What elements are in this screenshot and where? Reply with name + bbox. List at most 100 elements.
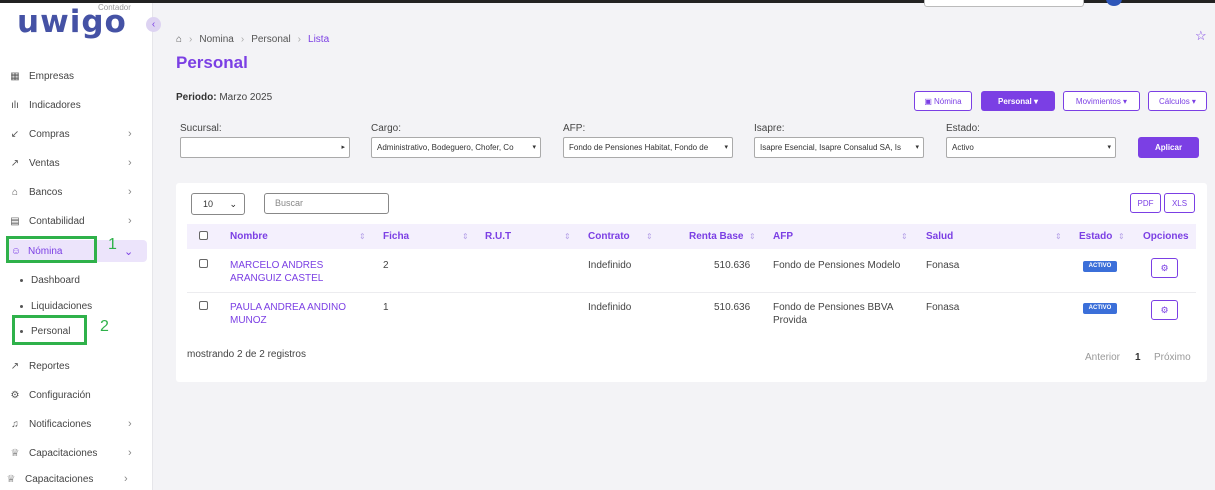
status-badge: ACTIVO: [1083, 303, 1117, 314]
chevron-right-icon: ›: [128, 215, 132, 227]
employee-name-link[interactable]: MARCELO ANDRES ARANGUIZ CASTEL: [230, 259, 350, 285]
search-input[interactable]: Buscar: [264, 193, 389, 214]
col-estado[interactable]: Estado: [1079, 231, 1112, 242]
user-avatar[interactable]: [1106, 0, 1122, 6]
col-afp[interactable]: AFP: [773, 231, 793, 242]
estado-value: Activo: [952, 143, 974, 152]
table-info: mostrando 2 de 2 registros: [187, 349, 306, 360]
sidebar-item-capacitaciones[interactable]: ♕ Capacitaciones ›: [0, 442, 153, 464]
personal-dropdown-button[interactable]: Personal ▾: [981, 91, 1055, 111]
sidebar-item-empresas[interactable]: ▦ Empresas: [0, 65, 153, 87]
row-divider: [187, 292, 1196, 293]
sort-icon[interactable]: ⇕: [749, 232, 756, 241]
graduation-cap-icon: ♕: [10, 447, 20, 459]
col-opciones: Opciones: [1143, 231, 1189, 242]
sidebar-item-label: Reportes: [29, 360, 70, 372]
highlight-box-nomina: [6, 236, 97, 263]
sort-icon[interactable]: ⇕: [359, 232, 366, 241]
row-checkbox[interactable]: [199, 259, 208, 268]
page-title: Personal: [176, 53, 248, 72]
cell-afp: Fondo de Pensiones BBVA Provida: [773, 302, 893, 326]
pagination-current[interactable]: 1: [1135, 352, 1141, 363]
chevron-right-icon: ›: [128, 186, 132, 198]
sidebar-item-capacitaciones-2[interactable]: ♕ Capacitaciones ›: [0, 468, 149, 490]
cargo-select[interactable]: Administrativo, Bodeguero, Chofer, Co ▾: [371, 137, 541, 158]
col-renta-base[interactable]: Renta Base: [689, 231, 743, 242]
breadcrumb-personal[interactable]: Personal: [251, 34, 290, 45]
row-options-button[interactable]: ⚙: [1151, 258, 1178, 278]
gears-icon: ⚙: [1160, 305, 1169, 315]
sidebar-subitem-label: Liquidaciones: [31, 301, 93, 312]
calculos-dropdown-button[interactable]: Cálculos ▾: [1148, 91, 1207, 111]
sidebar-item-reportes[interactable]: ↗ Reportes: [0, 355, 153, 377]
row-options-button[interactable]: ⚙: [1151, 300, 1178, 320]
gears-icon: ⚙: [1160, 263, 1169, 273]
col-rut[interactable]: R.U.T: [485, 231, 511, 242]
bar-chart-icon: ılı: [11, 99, 19, 111]
document-icon: ▣: [924, 96, 932, 106]
cell-salud: Fonasa: [926, 260, 960, 271]
breadcrumb: ⌂ › Nomina › Personal › Lista: [176, 34, 329, 45]
estado-select[interactable]: Activo ▾: [946, 137, 1116, 158]
top-search-field[interactable]: [924, 0, 1084, 7]
arrow-down-left-icon: ↙: [10, 128, 20, 140]
sort-icon[interactable]: ⇕: [646, 232, 653, 241]
cell-renta-base: 510.636: [714, 260, 751, 271]
periodo-label: Periodo:: [176, 92, 217, 103]
sidebar-item-label: Indicadores: [29, 99, 81, 111]
annotation-number-2: 2: [100, 318, 109, 335]
sort-icon[interactable]: ⇕: [1118, 232, 1125, 241]
sidebar-item-configuracion[interactable]: ⚙ Configuración: [0, 384, 153, 406]
afp-select[interactable]: Fondo de Pensiones Habitat, Fondo de ▾: [563, 137, 733, 158]
cell-salud: Fonasa: [926, 302, 960, 313]
sidebar-item-label: Empresas: [29, 70, 75, 82]
sidebar-item-notificaciones[interactable]: ♫ Notificaciones ›: [0, 413, 153, 435]
sidebar-item-indicadores[interactable]: ılı Indicadores: [0, 94, 153, 116]
sidebar-item-bancos[interactable]: ⌂ Bancos ›: [0, 181, 153, 203]
chevron-right-icon: ›: [128, 447, 132, 459]
star-icon[interactable]: ☆: [1195, 28, 1207, 44]
cell-afp: Fondo de Pensiones Modelo: [773, 260, 901, 271]
col-ficha[interactable]: Ficha: [383, 231, 409, 242]
brand-subtitle: Contador: [98, 3, 131, 12]
col-salud[interactable]: Salud: [926, 231, 953, 242]
sidebar-item-compras[interactable]: ↙ Compras ›: [0, 123, 153, 145]
line-chart-icon: ↗: [10, 360, 20, 372]
export-xls-button[interactable]: XLS: [1164, 193, 1195, 213]
col-contrato[interactable]: Contrato: [588, 231, 630, 242]
movimientos-dropdown-button[interactable]: Movimientos ▾: [1063, 91, 1140, 111]
home-icon[interactable]: ⌂: [176, 34, 182, 45]
sidebar-subitem-liquidaciones[interactable]: Liquidaciones: [20, 301, 92, 312]
col-nombre[interactable]: Nombre: [230, 231, 268, 242]
afp-label: AFP:: [563, 123, 586, 134]
collapse-sidebar-button[interactable]: ‹: [146, 17, 161, 32]
sidebar-item-label: Ventas: [29, 157, 60, 169]
row-checkbox[interactable]: [199, 301, 208, 310]
sort-icon[interactable]: ⇕: [462, 232, 469, 241]
apply-filters-button[interactable]: Aplicar: [1138, 137, 1199, 158]
sidebar-item-contabilidad[interactable]: ▤ Contabilidad ›: [0, 210, 153, 232]
sort-icon[interactable]: ⇕: [1055, 232, 1062, 241]
export-pdf-button[interactable]: PDF: [1130, 193, 1161, 213]
sucursal-select[interactable]: ▸: [180, 137, 350, 158]
sucursal-label: Sucursal:: [180, 123, 222, 134]
gear-icon: ⚙: [10, 389, 20, 401]
pagination-next[interactable]: Próximo: [1154, 352, 1191, 363]
building-icon: ▦: [10, 70, 20, 82]
sidebar-subitem-label: Dashboard: [31, 275, 80, 286]
employee-name-link[interactable]: PAULA ANDREA ANDINO MUNOZ: [230, 301, 350, 327]
sort-icon[interactable]: ⇕: [901, 232, 908, 241]
sidebar-subitem-dashboard[interactable]: Dashboard: [20, 275, 80, 286]
sort-icon[interactable]: ⇕: [564, 232, 571, 241]
isapre-select[interactable]: Isapre Esencial, Isapre Consalud SA, Is ▾: [754, 137, 924, 158]
page-length-select[interactable]: 10 ⌄: [191, 193, 245, 215]
breadcrumb-nomina[interactable]: Nomina: [199, 34, 233, 45]
highlight-box-personal: [12, 315, 87, 345]
caret-down-icon: ▾: [532, 144, 536, 151]
estado-label: Estado:: [946, 123, 980, 134]
sidebar-item-ventas[interactable]: ↗ Ventas ›: [0, 152, 153, 174]
bullet-icon: [20, 279, 23, 282]
select-all-checkbox[interactable]: [199, 231, 208, 240]
nomina-button[interactable]: ▣ Nómina: [914, 91, 972, 111]
pagination-prev[interactable]: Anterior: [1085, 352, 1120, 363]
